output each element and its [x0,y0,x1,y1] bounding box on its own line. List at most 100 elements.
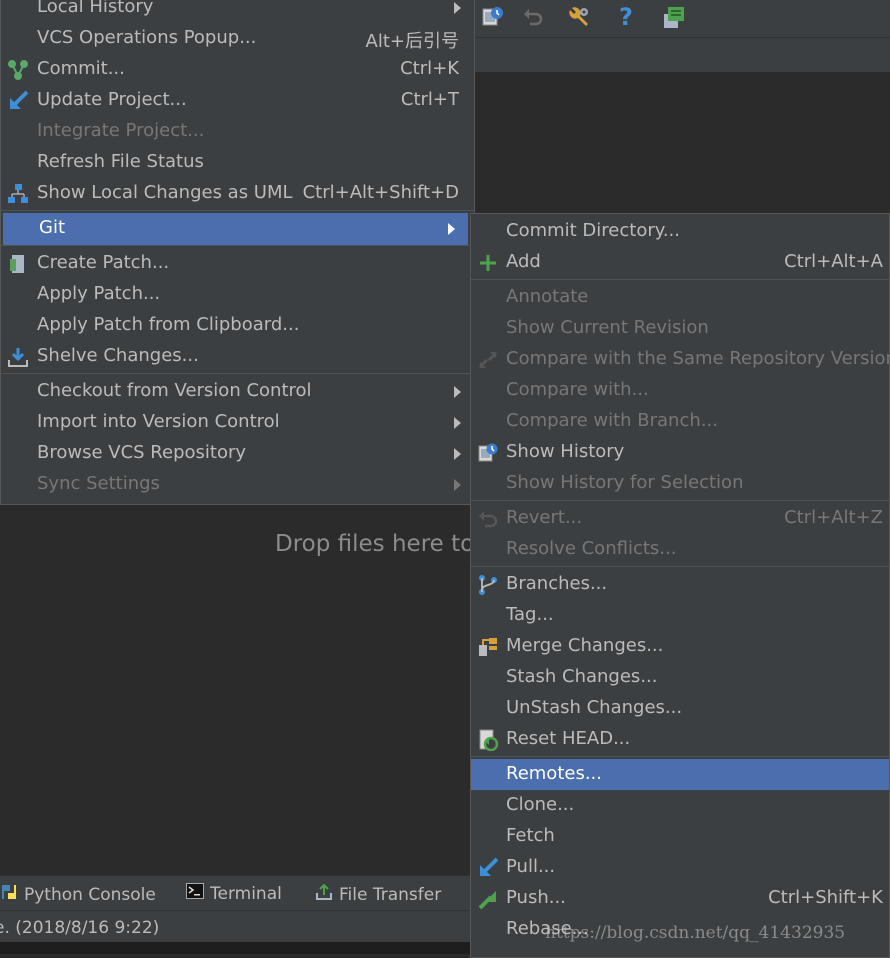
reset-head-icon [477,729,499,751]
menu-separator [471,756,889,757]
menu-item-branches[interactable]: Branches... [471,569,889,600]
menu-item-label: Remotes... [506,763,602,784]
menu-item-label: Show Current Revision [506,317,709,338]
menu-separator [471,279,889,280]
menu-item-clone[interactable]: Clone... [471,790,889,821]
menu-item-label: Show Local Changes as UML [37,182,293,203]
menu-item-label: Refresh File Status [37,151,204,172]
submenu-arrow-icon [448,223,455,235]
menu-item-unstash-changes[interactable]: UnStash Changes... [471,693,889,724]
menu-item-show-current-revision[interactable]: Show Current Revision [471,313,889,344]
menu-item-label: VCS Operations Popup... [37,27,257,48]
show-history-icon [477,442,499,464]
menu-item-label: Browse VCS Repository [37,442,247,463]
menu-item-fetch[interactable]: Fetch [471,821,889,852]
menu-item-remotes[interactable]: Remotes... [471,759,889,790]
settings-wrench-icon[interactable] [565,2,593,32]
menu-item-refresh-file-status[interactable]: Refresh File Status [1,147,474,178]
menu-item-update-project[interactable]: Update Project... Ctrl+T [1,85,474,116]
menu-item-label: Stash Changes... [506,666,658,687]
menu-item-label: Add [506,251,541,272]
menu-item-label: Compare with Branch... [506,410,718,431]
merge-icon [477,636,499,658]
menu-item-resolve-conflicts[interactable]: Resolve Conflicts... [471,534,889,565]
menu-item-compare-with[interactable]: Compare with... [471,375,889,406]
menu-item-label: Show History for Selection [506,472,744,493]
menu-item-show-local-changes-as-uml[interactable]: Show Local Changes as UML Ctrl+Alt+Shift+… [1,178,474,209]
menu-item-label: Fetch [506,825,555,846]
menu-item-integrate-project[interactable]: Integrate Project... [1,116,474,147]
menu-item-label: Push... [506,887,566,908]
menu-item-browse-vcs-repository[interactable]: Browse VCS Repository [1,438,474,469]
submenu-arrow-icon [454,448,461,460]
menu-item-vcs-operations-popup[interactable]: VCS Operations Popup... Alt+后引号 [1,23,474,54]
menu-item-push[interactable]: Push... Ctrl+Shift+K [471,883,889,914]
menu-item-reset-head[interactable]: Reset HEAD... [471,724,889,755]
menu-item-git[interactable]: Git [3,213,468,246]
menu-item-add[interactable]: Add Ctrl+Alt+A [471,247,889,278]
menu-item-revert[interactable]: Revert... Ctrl+Alt+Z [471,503,889,534]
menu-item-commit[interactable]: Commit... Ctrl+K [1,54,474,85]
revert-icon[interactable] [520,2,546,32]
menu-item-label: Tag... [506,604,554,625]
menu-item-label: Update Project... [37,89,187,110]
menu-item-create-patch[interactable]: Create Patch... [1,248,474,279]
menu-item-label: Annotate [506,286,589,307]
help-icon[interactable]: ? [614,2,638,32]
menu-item-show-history[interactable]: Show History [471,437,889,468]
menu-item-sync-settings[interactable]: Sync Settings [1,469,474,500]
tab-python-console[interactable]: Python Console [0,883,156,906]
menu-item-pull[interactable]: Pull... [471,852,889,883]
tab-file-transfer[interactable]: File Transfer [315,883,441,906]
menu-item-local-history[interactable]: Local History [1,0,474,23]
file-transfer-icon [315,883,333,906]
menu-item-label: Reset HEAD... [506,728,631,749]
tab-terminal[interactable]: Terminal [186,883,282,904]
menu-item-show-history-for-selection[interactable]: Show History for Selection [471,468,889,499]
terminal-icon [186,883,204,904]
menu-item-label: Compare with the Same Repository Version [506,348,890,369]
menu-item-shortcut: Alt+后引号 [365,31,459,52]
tab-label: File Transfer [339,884,442,905]
menu-item-compare-with-branch[interactable]: Compare with Branch... [471,406,889,437]
editor-drop-hint: Drop files here to [275,531,475,557]
menu-item-label: Clone... [506,794,575,815]
menu-item-commit-directory[interactable]: Commit Directory... [471,216,889,247]
menu-item-compare-with-the-same-repository-version[interactable]: Compare with the Same Repository Version [471,344,890,375]
shelve-changes-icon [7,346,29,368]
menu-item-annotate[interactable]: Annotate [471,282,889,313]
menu-item-shortcut: Ctrl+Alt+Z [784,507,883,528]
menu-item-shortcut: Ctrl+T [400,89,459,110]
menu-item-label: Show History [506,441,625,462]
show-history-icon[interactable] [480,2,506,32]
watermark: https://blog.csdn.net/qq_41432935 [545,923,846,943]
uml-diagram-icon [7,183,29,205]
menu-item-tag[interactable]: Tag... [471,600,889,631]
submenu-arrow-icon [454,386,461,398]
menu-item-stash-changes[interactable]: Stash Changes... [471,662,889,693]
pull-icon [477,857,499,879]
menu-item-merge-changes[interactable]: Merge Changes... [471,631,889,662]
menu-item-label: Shelve Changes... [37,345,199,366]
menu-separator [1,373,474,374]
vcs-menu: Local History VCS Operations Popup... Alt+… [0,0,475,505]
menu-separator [471,566,889,567]
project-structure-icon[interactable] [660,2,688,32]
menu-item-label: Local History [37,0,154,17]
menu-item-shelve-changes[interactable]: Shelve Changes... [1,341,474,372]
menu-item-apply-patch[interactable]: Apply Patch... [1,279,474,310]
menu-item-label: Pull... [506,856,556,877]
menu-item-shortcut: Ctrl+Alt+Shift+D [302,182,459,203]
update-project-icon [7,90,29,112]
menu-item-import-into-version-control[interactable]: Import into Version Control [1,407,474,438]
menu-item-label: Git [39,217,66,238]
commit-icon [7,59,29,81]
menu-item-label: Import into Version Control [37,411,280,432]
push-icon [477,888,499,910]
menu-item-label: Commit Directory... [506,220,680,241]
menu-item-checkout-from-version-control[interactable]: Checkout from Version Control [1,376,474,407]
submenu-arrow-icon [454,2,461,14]
menu-item-shortcut: Ctrl+K [400,58,459,79]
menu-item-apply-patch-from-clipboard[interactable]: Apply Patch from Clipboard... [1,310,474,341]
menu-item-label: Checkout from Version Control [37,380,312,401]
